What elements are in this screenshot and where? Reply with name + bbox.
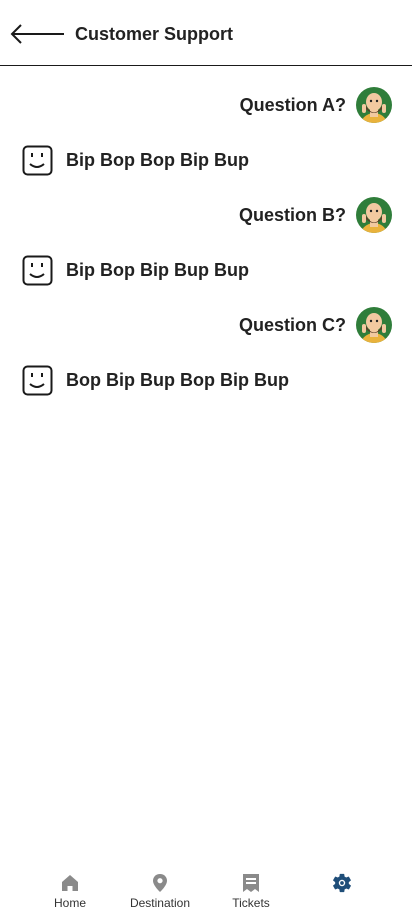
user-message: Question C?	[239, 307, 392, 343]
gear-icon	[333, 873, 351, 893]
user-avatar	[356, 197, 392, 233]
back-arrow-icon[interactable]	[10, 22, 66, 46]
nav-label-destination: Destination	[129, 896, 191, 910]
bot-message-text: Bip Bop Bip Bup Bup	[66, 259, 249, 280]
location-pin-icon	[153, 874, 167, 892]
bot-face-icon	[22, 255, 53, 285]
nav-item-destination[interactable]: Destination	[115, 872, 205, 914]
bot-message: Bop Bip Bup Bop Bip Bup	[22, 364, 289, 396]
user-avatar	[356, 87, 392, 123]
nav-item-settings[interactable]	[297, 872, 387, 914]
user-message: Question B?	[239, 197, 392, 233]
bot-face-icon	[22, 145, 53, 175]
user-message-text: Question C?	[239, 314, 346, 335]
ticket-icon	[243, 874, 259, 892]
app-header: Customer Support	[0, 0, 412, 66]
user-message: Question A?	[240, 87, 392, 123]
user-message-text: Question A?	[239, 94, 346, 115]
nav-label-home: Home	[53, 896, 86, 910]
bot-message: Bip Bop Bop Bip Bup	[22, 144, 249, 176]
nav-item-tickets[interactable]: Tickets	[206, 872, 296, 914]
home-icon	[62, 875, 78, 891]
bot-message: Bip Bop Bip Bup Bup	[22, 254, 249, 286]
user-avatar	[356, 307, 392, 343]
bot-message-text: Bop Bip Bup Bop Bip Bup	[66, 369, 289, 390]
user-message-text: Question B?	[239, 204, 346, 225]
bot-message-text: Bip Bop Bop Bip Bup	[66, 149, 249, 170]
bot-face-icon	[22, 365, 53, 395]
nav-label-tickets: Tickets	[232, 896, 270, 910]
bottom-navigation: Home Destination Tickets	[0, 866, 412, 917]
page-title: Customer Support	[75, 24, 234, 44]
nav-item-home[interactable]: Home	[25, 872, 115, 914]
